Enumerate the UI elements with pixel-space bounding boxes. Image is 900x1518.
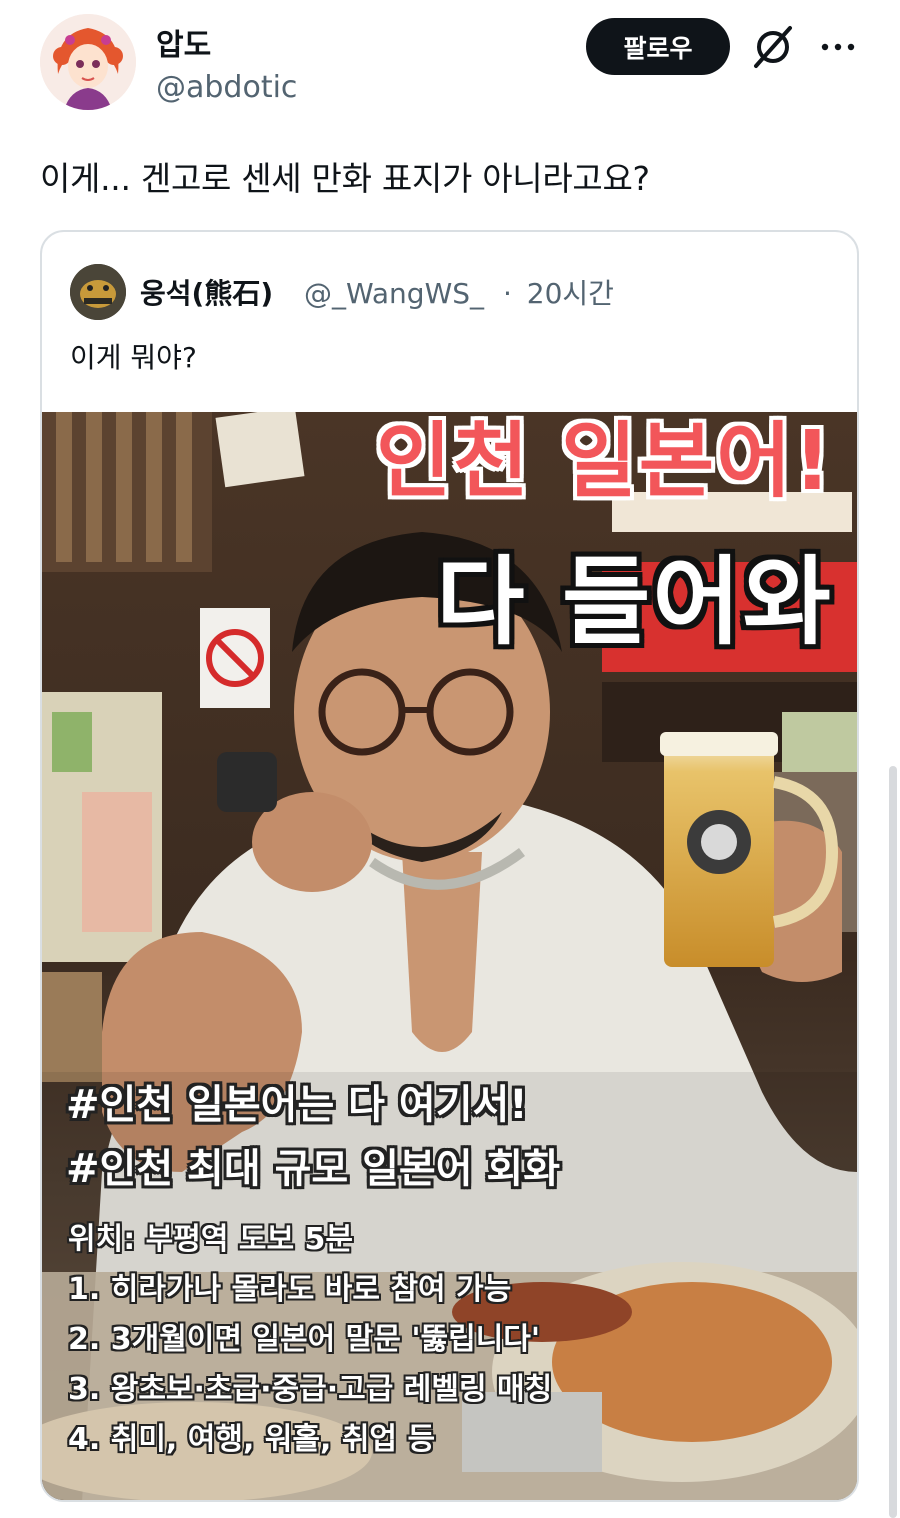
author-display-name[interactable]: 압도 [156,20,211,64]
poster-hashtag-2: #인천 최대 규모 일본어 회화 [66,1146,561,1192]
poster-title-line2: 다 들어와 [436,546,833,658]
quoted-author-meta: @_WangWS_ · 20시간 [304,272,614,312]
quoted-author-avatar[interactable] [70,264,126,320]
grok-icon[interactable] [748,22,798,72]
quoted-author-name[interactable]: 웅석(熊石) [140,272,273,312]
scrollbar[interactable] [889,766,897,1518]
poster-point-1: 1. 히라가나 몰라도 바로 참여 가능 [68,1272,512,1307]
poster-location: 위치: 부평역 도보 5분 [68,1222,354,1257]
author-avatar[interactable] [40,14,136,110]
meta-separator: · [502,277,512,310]
quoted-author-handle[interactable]: @_WangWS_ [304,277,484,310]
poster-point-2: 2. 3개월이면 일본어 말문 '뚫립니다' [68,1322,541,1357]
poster-title-line1: 인천 일본어! [375,414,833,509]
quoted-tweet-text: 이게 뭐야? [70,341,197,374]
follow-button[interactable]: 팔로우 [586,18,730,75]
poster-point-3: 3. 왕초보·초급·중급·고급 레벨링 매칭 [68,1372,553,1407]
quoted-tweet-card[interactable]: 웅석(熊石) @_WangWS_ · 20시간 이게 뭐야? 인천 일본어! 다… [40,230,859,1502]
poster-point-4: 4. 취미, 여행, 워홀, 취업 등 [68,1422,436,1457]
more-options-icon[interactable] [818,22,858,72]
quoted-tweet-image[interactable]: 인천 일본어! 다 들어와 #인천 일본어는 다 여기서! #인천 최대 규모 … [42,412,857,1500]
author-handle[interactable]: @abdotic [156,70,297,105]
tweet-text: 이게... 겐고로 센세 만화 표지가 아니라고요? [40,159,650,198]
poster-hashtag-1: #인천 일본어는 다 여기서! [66,1082,528,1128]
quoted-timestamp[interactable]: 20시간 [527,277,614,310]
